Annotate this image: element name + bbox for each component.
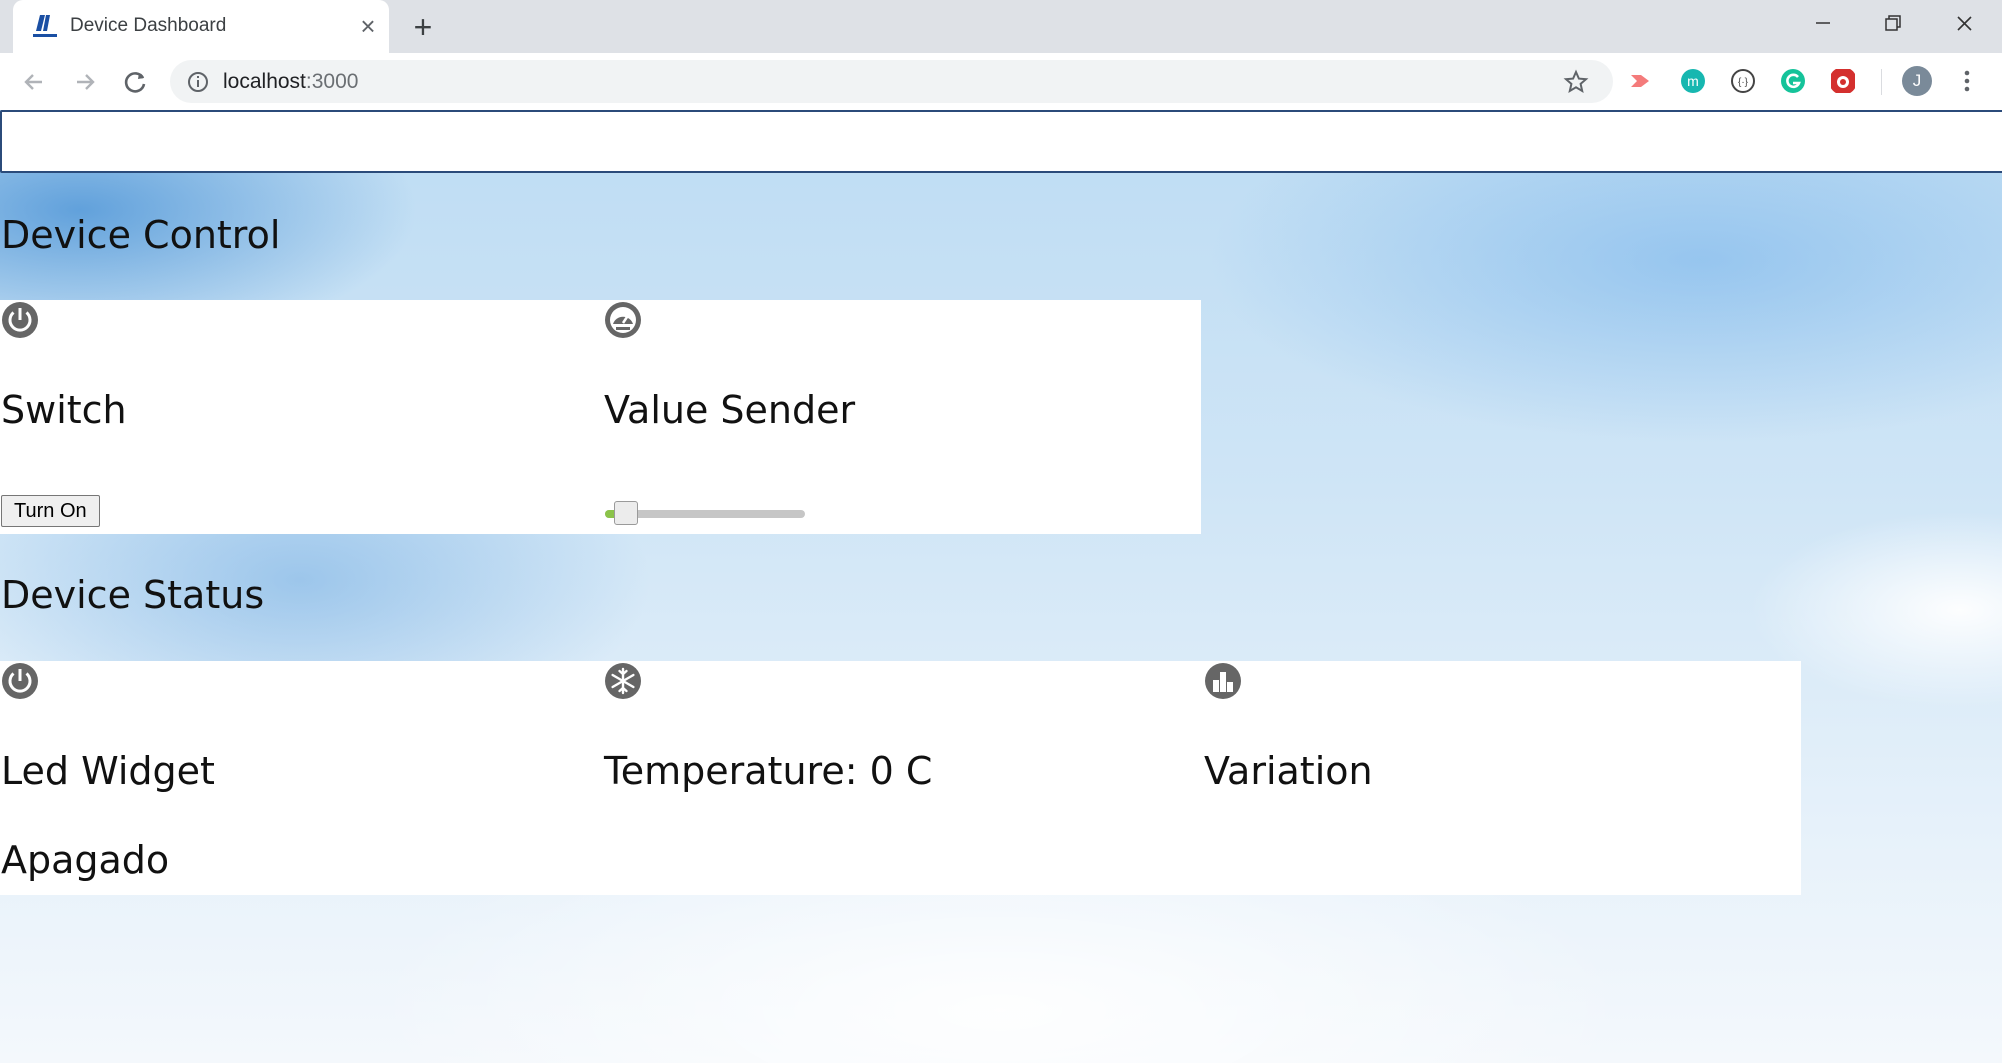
value-sender-title: Value Sender xyxy=(604,388,856,432)
profile-avatar[interactable]: J xyxy=(1902,66,1932,96)
tab-strip: Device Dashboard × + xyxy=(0,0,2002,53)
restore-icon[interactable] xyxy=(1870,8,1914,40)
url-text: localhost:3000 xyxy=(223,70,358,94)
bar-chart-icon xyxy=(1205,663,1241,699)
gauge-icon xyxy=(605,302,641,338)
record-icon[interactable] xyxy=(1627,67,1655,95)
dev-tools-icon[interactable]: {·} xyxy=(1729,67,1757,95)
toolbar-divider xyxy=(1881,69,1882,95)
url-port: :3000 xyxy=(305,70,359,93)
browser-toolbar: localhost:3000 m {·} J xyxy=(0,53,2002,110)
forward-arrow-icon[interactable] xyxy=(68,65,102,99)
slider-thumb[interactable] xyxy=(613,501,638,525)
back-arrow-icon[interactable] xyxy=(17,65,51,99)
device-status-title: Device Status xyxy=(1,573,265,617)
led-status-text: Apagado xyxy=(1,838,170,882)
svg-text:{·}: {·} xyxy=(1738,77,1749,88)
grammarly-icon[interactable] xyxy=(1779,67,1807,95)
address-bar[interactable]: localhost:3000 xyxy=(170,60,1613,103)
top-input-field[interactable] xyxy=(0,110,2002,173)
svg-text:m: m xyxy=(1687,73,1699,89)
tab-title: Device Dashboard xyxy=(70,15,227,36)
browser-tab[interactable]: Device Dashboard × xyxy=(13,0,389,53)
bug-icon[interactable] xyxy=(1829,67,1857,95)
switch-title: Switch xyxy=(1,388,127,432)
snowflake-icon xyxy=(605,663,641,699)
led-widget-title: Led Widget xyxy=(1,749,215,793)
more-menu-icon[interactable] xyxy=(1955,66,1979,96)
url-host: localhost xyxy=(223,70,306,93)
temperature-title: Temperature: 0 C xyxy=(604,749,933,793)
led-widget: Led Widget Apagado xyxy=(0,661,600,895)
control-panel: Switch Turn On Value Sender xyxy=(0,300,1201,534)
m-icon[interactable]: m xyxy=(1679,67,1707,95)
info-icon[interactable] xyxy=(186,70,210,94)
close-window-icon[interactable] xyxy=(1942,8,1986,40)
temperature-widget: Temperature: 0 C xyxy=(603,661,1203,895)
power-icon xyxy=(2,663,38,699)
turn-on-button[interactable]: Turn On xyxy=(1,495,100,527)
site-favicon xyxy=(33,15,57,37)
close-tab-icon[interactable]: × xyxy=(355,13,381,39)
bookmark-star-icon[interactable] xyxy=(1563,69,1589,95)
reload-icon[interactable] xyxy=(119,65,153,99)
page-viewport: Device Control Switch Turn On Value Send… xyxy=(0,110,2002,1063)
device-control-title: Device Control xyxy=(1,213,281,257)
status-panel: Led Widget Apagado Temperature: 0 C Vari… xyxy=(0,661,1801,895)
switch-widget: Switch Turn On xyxy=(0,300,600,534)
value-sender-widget: Value Sender xyxy=(603,300,1203,534)
new-tab-icon[interactable]: + xyxy=(407,11,439,43)
minimize-icon[interactable] xyxy=(1800,8,1844,40)
variation-title: Variation xyxy=(1204,749,1373,793)
power-icon xyxy=(2,302,38,338)
value-slider[interactable] xyxy=(605,500,805,528)
variation-widget: Variation xyxy=(1203,661,1803,895)
